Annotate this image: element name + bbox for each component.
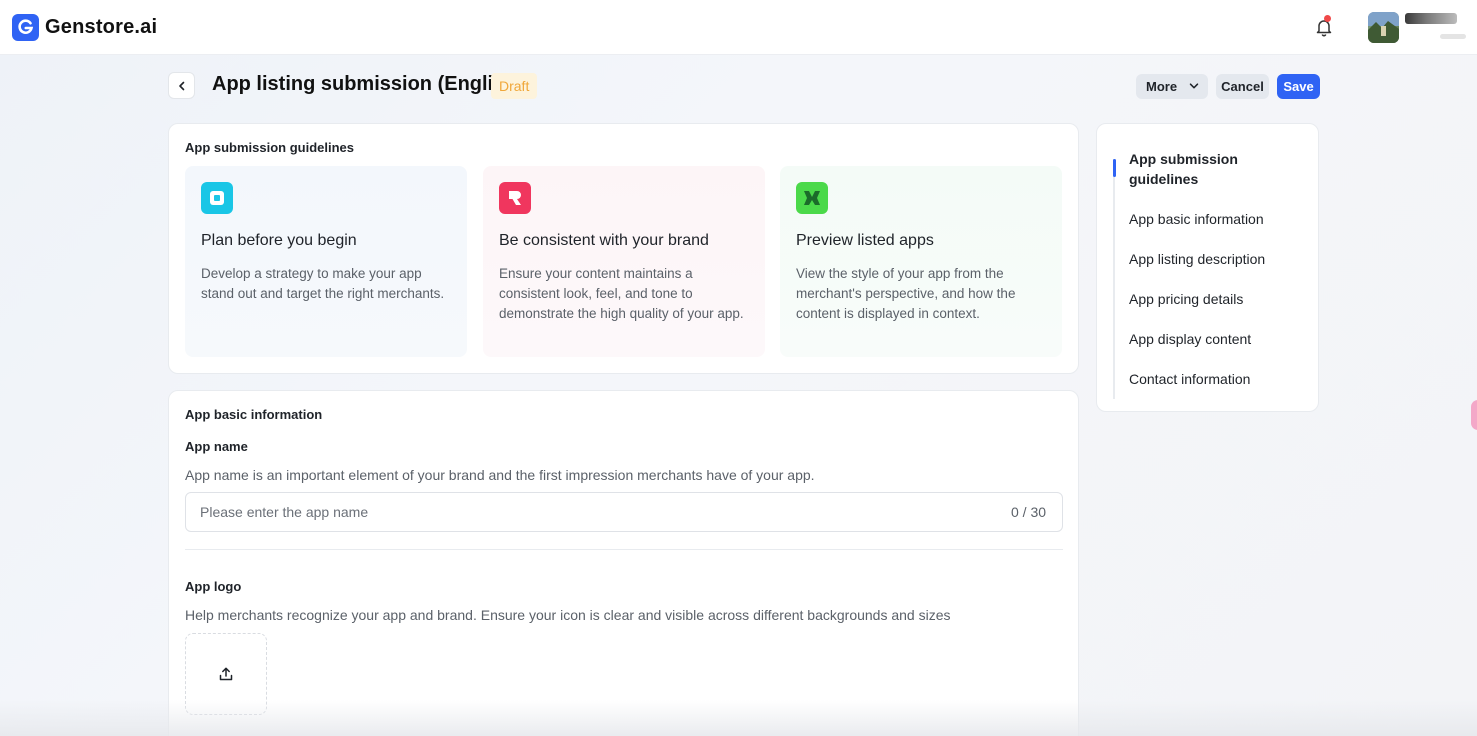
guideline-description: Develop a strategy to make your app stan… bbox=[201, 266, 445, 301]
guideline-description: View the style of your app from the merc… bbox=[796, 266, 1016, 321]
guideline-item: Preview listed apps View the style of yo… bbox=[780, 166, 1062, 357]
chevron-down-icon bbox=[1189, 83, 1199, 89]
save-button[interactable]: Save bbox=[1277, 74, 1320, 99]
app-name-label: App name bbox=[185, 439, 248, 454]
divider bbox=[185, 549, 1063, 550]
app-name-help: App name is an important element of your… bbox=[185, 467, 815, 483]
nav-item-basic-info[interactable]: App basic information bbox=[1129, 209, 1299, 229]
app-name-counter: 0 / 30 bbox=[1011, 504, 1047, 520]
nav-item-guidelines[interactable]: App submission guidelines bbox=[1129, 149, 1299, 189]
nav-item-pricing[interactable]: App pricing details bbox=[1129, 289, 1299, 309]
app-name-input[interactable] bbox=[185, 492, 1063, 532]
app-logo-help: Help merchants recognize your app and br… bbox=[185, 607, 951, 623]
nav-item-listing-description[interactable]: App listing description bbox=[1129, 249, 1299, 269]
avatar[interactable] bbox=[1368, 12, 1399, 43]
plan-icon bbox=[201, 182, 233, 214]
chevron-left-icon bbox=[178, 81, 184, 90]
cancel-button[interactable]: Cancel bbox=[1216, 74, 1269, 99]
guideline-item: Plan before you begin Develop a strategy… bbox=[185, 166, 467, 357]
top-bar: Genstore.ai bbox=[0, 0, 1477, 55]
basic-info-title: App basic information bbox=[185, 407, 323, 422]
user-name[interactable] bbox=[1405, 13, 1457, 24]
status-badge: Draft bbox=[491, 73, 538, 99]
upload-icon bbox=[219, 667, 233, 681]
page-title: App listing submission (English) bbox=[212, 73, 524, 95]
brand[interactable]: Genstore.ai bbox=[12, 14, 157, 41]
bottom-fade bbox=[0, 700, 1477, 736]
nav-active-indicator bbox=[1113, 159, 1116, 177]
brand-icon bbox=[499, 182, 531, 214]
section-nav: App submission guidelines App basic info… bbox=[1096, 123, 1319, 412]
guidelines-title: App submission guidelines bbox=[185, 140, 355, 155]
guideline-item: Be consistent with your brand Ensure you… bbox=[483, 166, 765, 357]
preview-icon bbox=[796, 182, 828, 214]
guideline-title: Preview listed apps bbox=[796, 232, 934, 249]
guideline-title: Plan before you begin bbox=[201, 232, 357, 249]
more-button-label: More bbox=[1146, 79, 1178, 94]
guideline-title: Be consistent with your brand bbox=[499, 232, 709, 249]
page-header: App listing submission (English) Draft M… bbox=[168, 72, 1320, 102]
nav-item-contact[interactable]: Contact information bbox=[1129, 369, 1299, 389]
guideline-description: Ensure your content maintains a consiste… bbox=[499, 266, 744, 321]
basic-info-card: App basic information App name App name … bbox=[168, 390, 1079, 736]
floating-help-button[interactable] bbox=[1471, 400, 1477, 430]
brand-name: Genstore.ai bbox=[45, 16, 158, 38]
app-logo-label: App logo bbox=[185, 579, 242, 594]
guidelines-card: App submission guidelines Plan before yo… bbox=[168, 123, 1079, 374]
more-button[interactable]: More bbox=[1136, 74, 1208, 99]
nav-item-display-content[interactable]: App display content bbox=[1129, 329, 1299, 349]
user-subtitle-placeholder bbox=[1440, 34, 1466, 39]
back-button[interactable] bbox=[168, 72, 195, 99]
nav-track bbox=[1113, 159, 1115, 399]
genstore-logo-icon bbox=[12, 14, 39, 41]
notification-dot bbox=[1324, 15, 1331, 22]
